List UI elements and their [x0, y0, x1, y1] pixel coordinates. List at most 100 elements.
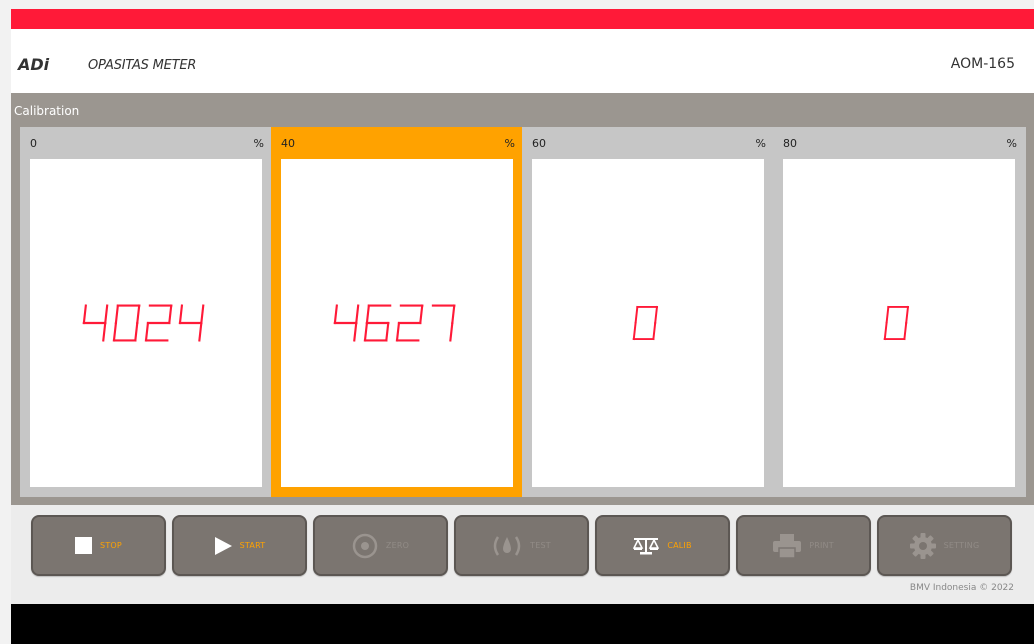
segment-b — [419, 304, 424, 325]
card-label: 0 — [30, 137, 37, 150]
calib-button[interactable]: CALIB — [595, 515, 730, 576]
play-icon — [214, 536, 232, 555]
digit-7 — [431, 304, 456, 342]
digit-4 — [333, 304, 360, 342]
segment-c — [651, 321, 656, 341]
zero-button[interactable]: ZERO — [313, 515, 448, 576]
brand-logo: ADi — [18, 55, 50, 74]
card-value — [532, 159, 764, 487]
segment-b — [136, 304, 141, 325]
card-header: 60 % — [522, 127, 774, 159]
segment-b — [200, 304, 205, 325]
segment-f — [114, 304, 120, 325]
segment-e — [883, 321, 888, 341]
segment-e — [363, 321, 369, 342]
digit-4 — [178, 304, 205, 342]
segment-b — [355, 304, 360, 325]
card-header: 40 % — [271, 127, 523, 159]
print-label: PRINT — [809, 541, 834, 550]
segment-e — [632, 321, 637, 341]
gear-icon — [909, 532, 936, 559]
segment-e — [144, 321, 150, 342]
digit-0 — [632, 305, 658, 341]
app-window: ADi OPASITAS METER AOM-165 Calibration 0… — [11, 9, 1034, 644]
card-display — [532, 159, 764, 487]
scale-icon — [633, 536, 660, 556]
segment-b — [904, 305, 909, 325]
calibration-card-40[interactable]: 40 % — [271, 127, 523, 497]
card-display — [783, 159, 1015, 487]
calibration-panel: Calibration 0 % 40 % 60 % 80 % — [11, 93, 1034, 505]
segment-f — [365, 304, 371, 325]
card-value — [30, 159, 262, 487]
card-value — [783, 159, 1015, 487]
card-unit: % — [253, 137, 264, 150]
seven-segment-display — [883, 305, 909, 341]
control-bar: STOP START ZERO TEST CALIB PRINT SETTING… — [11, 505, 1034, 604]
header: ADi OPASITAS METER AOM-165 — [11, 29, 1034, 93]
segment-e — [395, 321, 401, 342]
digit-0 — [112, 304, 141, 342]
card-unit: % — [1006, 137, 1017, 150]
segment-c — [198, 321, 203, 342]
seven-segment-display — [333, 304, 456, 342]
stop-icon — [75, 537, 93, 554]
test-label: TEST — [530, 541, 551, 550]
segment-c — [902, 321, 907, 341]
gauge-icon — [492, 535, 522, 557]
top-accent-bar — [11, 9, 1034, 29]
segment-c — [353, 321, 358, 342]
segment-c — [385, 321, 390, 342]
digit-0 — [883, 305, 909, 341]
segment-b — [451, 304, 456, 325]
digit-6 — [363, 304, 392, 342]
digit-2 — [144, 304, 173, 342]
copyright-text: BMV Indonesia © 2022 — [909, 583, 1014, 593]
seven-segment-display — [632, 305, 658, 341]
card-value — [281, 159, 513, 487]
segment-c — [134, 321, 139, 342]
start-label: START — [239, 541, 266, 550]
setting-label: SETTING — [943, 541, 980, 550]
card-label: 80 — [783, 137, 797, 150]
segment-f — [178, 304, 184, 325]
segment-c — [449, 321, 454, 342]
stop-label: STOP — [100, 541, 122, 550]
seven-segment-display — [82, 304, 205, 342]
card-label: 60 — [532, 137, 546, 150]
segment-f — [884, 305, 889, 325]
digit-2 — [395, 304, 424, 342]
zero-label: ZERO — [385, 541, 410, 550]
segment-f — [633, 305, 638, 325]
card-label: 40 — [281, 137, 295, 150]
card-unit: % — [504, 137, 515, 150]
card-unit: % — [755, 137, 766, 150]
segment-f — [82, 304, 88, 325]
calib-label: CALIB — [667, 541, 692, 550]
app-subtitle: OPASITAS METER — [88, 58, 197, 73]
test-button[interactable]: TEST — [454, 515, 589, 576]
calibration-cards: 0 % 40 % 60 % 80 % — [20, 127, 1026, 497]
start-button[interactable]: START — [172, 515, 307, 576]
panel-title: Calibration — [14, 104, 80, 118]
segment-f — [333, 304, 339, 325]
card-display — [30, 159, 262, 487]
card-display — [281, 159, 513, 487]
card-header: 80 % — [773, 127, 1025, 159]
segment-b — [168, 304, 173, 325]
stop-button[interactable]: STOP — [31, 515, 166, 576]
target-icon — [352, 533, 378, 559]
calibration-card-0[interactable]: 0 % — [20, 127, 272, 497]
print-button[interactable]: PRINT — [736, 515, 871, 576]
segment-e — [112, 321, 118, 342]
bottom-bar — [11, 604, 1034, 644]
segment-c — [102, 321, 107, 342]
calibration-card-80[interactable]: 80 % — [773, 127, 1025, 497]
card-header: 0 % — [20, 127, 272, 159]
model-number: AOM-165 — [950, 56, 1015, 72]
printer-icon — [773, 533, 802, 558]
calibration-card-60[interactable]: 60 % — [522, 127, 774, 497]
segment-b — [653, 305, 658, 325]
setting-button[interactable]: SETTING — [877, 515, 1012, 576]
segment-b — [104, 304, 109, 325]
